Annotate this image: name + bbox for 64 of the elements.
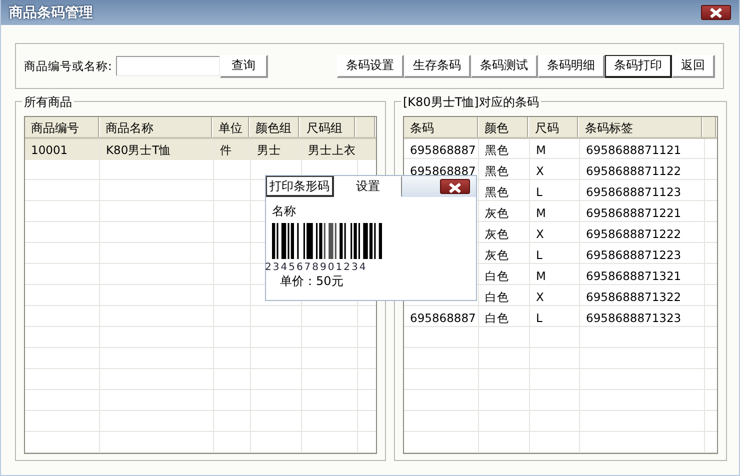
column-header[interactable]: 单位 [212,117,250,137]
table-cell: L [530,181,580,202]
table-cell: 6958688871222 [580,223,705,244]
toolbar-button[interactable]: 条码打印 [605,54,672,78]
table-row[interactable]: 10001 K80男士T恤 件 男士 男士上衣 [25,139,376,160]
table-cell: 灰色 [479,202,530,223]
table-cell: 黑色 [479,160,530,181]
toolbar-button[interactable]: 条码测试 [471,54,538,78]
table-cell: 灰色 [479,244,530,265]
table-cell: K80男士T恤 [100,139,214,160]
column-header[interactable]: 商品编号 [25,117,100,137]
close-button[interactable] [440,179,470,194]
close-icon [449,183,461,193]
name-label: 名称 [272,203,296,220]
barcode-digits: 2345678901234 [265,262,368,273]
table-cell: 10001 [25,139,100,160]
table-cell: 黑色 [479,139,530,160]
column-header[interactable]: 尺码 [529,117,579,137]
close-button[interactable] [701,5,731,20]
column-header[interactable]: 商品名称 [100,117,213,137]
window-title: 商品条码管理 [9,4,93,22]
table-cell: 黑色 [479,181,530,202]
column-header[interactable]: 条码标签 [578,117,704,137]
price-label: 单价：50元 [280,273,344,290]
table-cell: 灰色 [479,223,530,244]
column-header[interactable]: 尺码组 [300,117,356,137]
column-header[interactable]: 条码 [404,117,478,137]
search-button[interactable]: 查询 [220,54,268,78]
table-cell: 白色 [479,286,530,307]
toolbar-button[interactable]: 条码明细 [538,54,605,78]
table-cell: 6958688871223 [580,244,705,265]
table-cell: 白色 [479,265,530,286]
table-cell: 695868887 [404,307,479,328]
toolbar-button[interactable]: 生存条码 [404,54,471,78]
table-cell: 6958688871221 [580,202,705,223]
table-cell: 695868887 [404,139,479,160]
table-cell: M [530,265,580,286]
table-cell: 男士 [251,139,302,160]
table-cell: L [530,244,580,265]
table-cell: 6958688871123 [580,181,705,202]
search-label: 商品编号或名称: [24,58,112,74]
tab[interactable]: 设置 [334,176,402,197]
table-cell: 6958688871322 [580,286,705,307]
table-cell: X [530,160,580,181]
table-cell: 白色 [479,307,530,328]
tab[interactable]: 打印条形码 [266,176,334,197]
table-cell: M [530,202,580,223]
toolbar-button[interactable]: 条码设置 [337,54,404,78]
table-cell: 6958688871121 [580,139,705,160]
search-field[interactable] [116,56,220,76]
table-cell: L [530,307,580,328]
table-cell: X [530,286,580,307]
table-cell: 6958688871323 [580,307,705,328]
toolbar-button[interactable]: 返回 [672,54,715,78]
table-cell: X [530,223,580,244]
table-cell: 男士上衣 [302,139,358,160]
column-header[interactable]: 颜色 [478,117,530,137]
column-header[interactable]: 颜色组 [250,117,300,137]
close-icon [710,8,722,18]
table-cell: 件 [214,139,251,160]
table-cell: 6958688871321 [580,265,705,286]
table-cell: 6958688871122 [580,160,705,181]
table-cell: M [530,139,580,160]
group-title: [K80男士T恤]对应的条码 [401,94,541,111]
